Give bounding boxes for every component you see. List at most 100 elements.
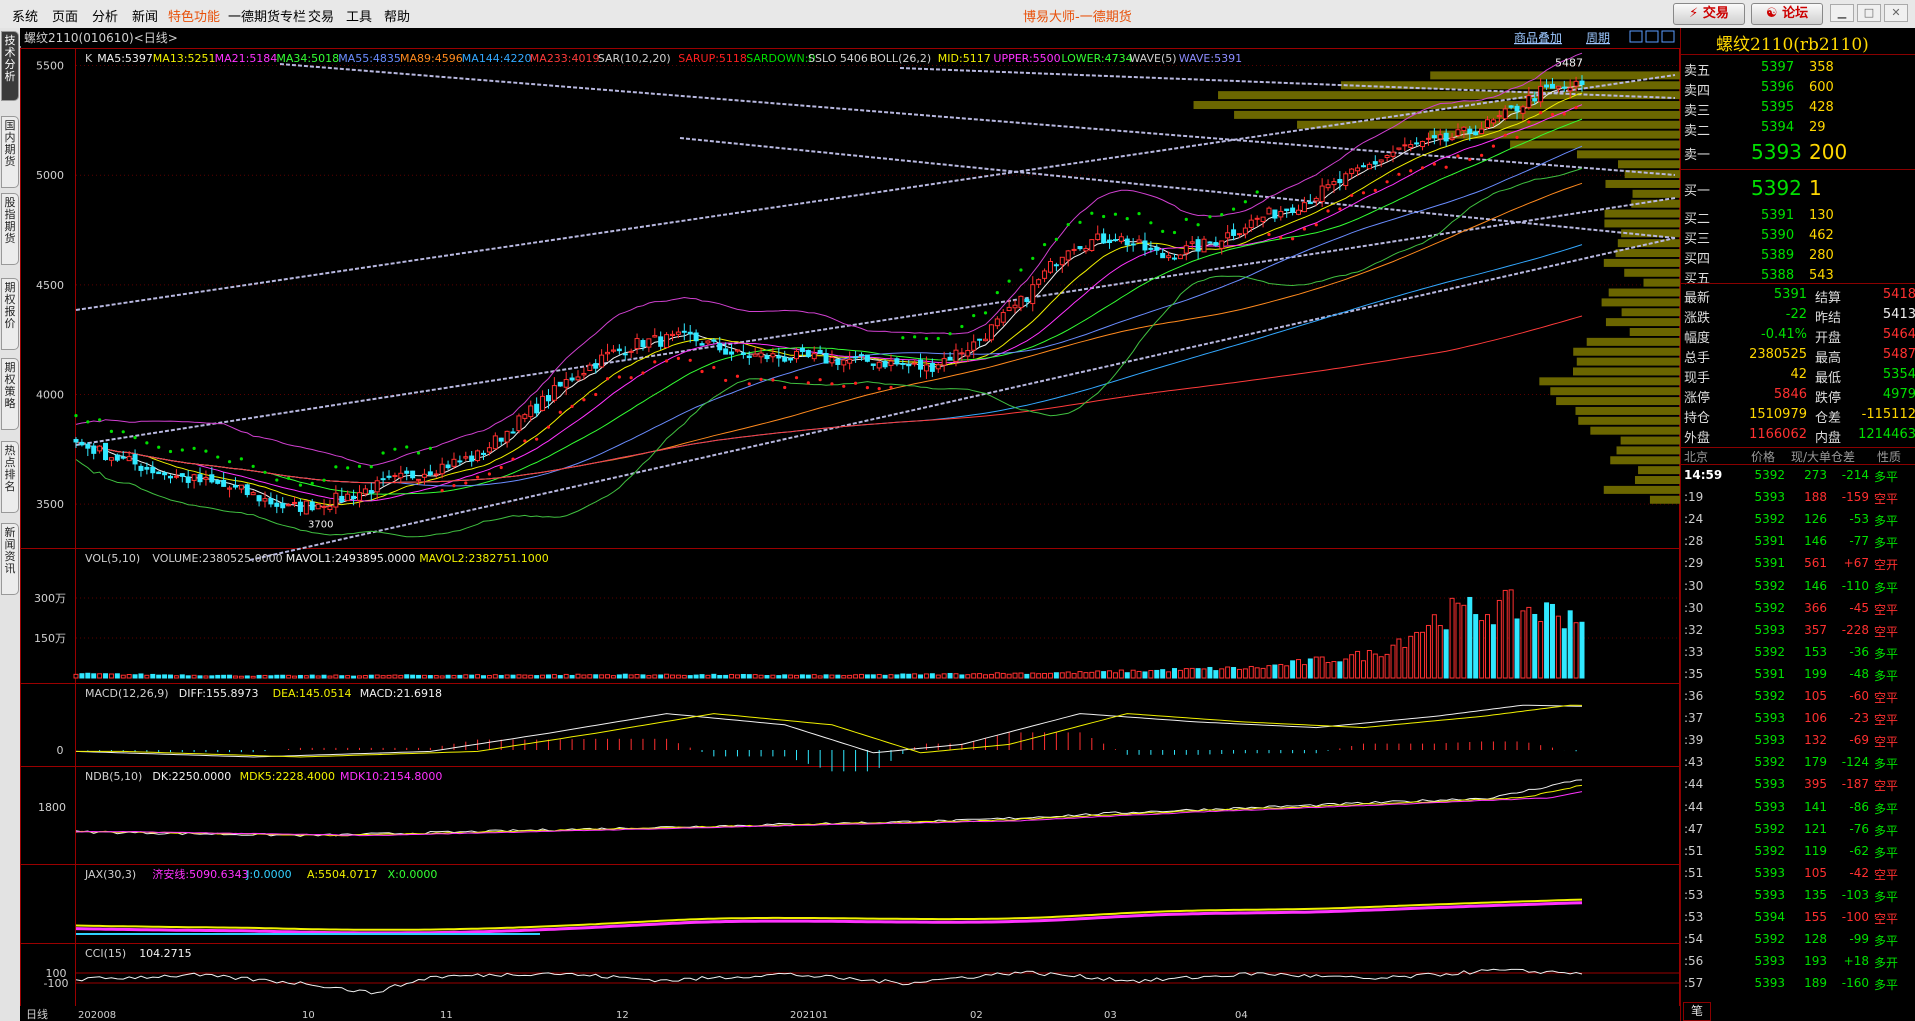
candle-body — [1118, 236, 1124, 242]
sar-dot — [1078, 220, 1082, 224]
menu-item-1[interactable]: 页面 — [52, 6, 78, 25]
left-tab-1[interactable]: 国内期货 — [1, 116, 19, 188]
candle-body — [1567, 87, 1573, 92]
volume-profile-bar — [1632, 189, 1680, 198]
macd-dea-line — [76, 704, 1583, 758]
candle-body — [510, 431, 516, 434]
bottom-tab[interactable]: 笔 — [1683, 1002, 1711, 1021]
volume-bar — [1455, 602, 1461, 679]
forum-button[interactable]: ☯ 论坛 — [1751, 3, 1823, 25]
tick-time: :19 — [1684, 490, 1704, 505]
left-tab-2[interactable]: 股指期货 — [1, 193, 19, 265]
bid-price[interactable]: 5389 — [1761, 248, 1794, 263]
volume-bar — [912, 673, 918, 679]
candle-body — [73, 438, 79, 443]
maximize-icon[interactable]: □ — [1857, 4, 1881, 22]
menu-item-2[interactable]: 分析 — [92, 6, 118, 25]
candle-body — [1177, 254, 1183, 260]
quote-value: -22 — [1785, 307, 1807, 322]
volume-bar — [167, 674, 173, 679]
bid-price[interactable]: 5388 — [1761, 268, 1794, 283]
tick-volume: 561 — [1804, 556, 1827, 571]
sar-dot — [1066, 222, 1070, 227]
menu-item-0[interactable]: 系统 — [12, 6, 38, 25]
bid-volume: 462 — [1809, 228, 1834, 243]
left-tab-3[interactable]: 期权报价 — [1, 278, 19, 350]
candle-body — [1343, 173, 1349, 187]
volume-bar — [339, 675, 345, 679]
candle-body — [841, 359, 847, 366]
left-tab-4[interactable]: 期权策略 — [1, 358, 19, 430]
volume-bar — [445, 674, 451, 679]
left-tab-5[interactable]: 热点排名 — [1, 441, 19, 513]
tick-time: :57 — [1684, 976, 1704, 991]
volume-bar — [309, 674, 315, 679]
sar-dot — [747, 382, 751, 386]
volume-bar — [1313, 656, 1319, 679]
volume-profile-bar — [1556, 397, 1680, 406]
candle-body — [528, 405, 534, 418]
volume-bar — [1544, 602, 1550, 679]
volume-profile-bar — [1430, 71, 1680, 80]
bid-price[interactable]: 5391 — [1761, 208, 1794, 223]
jax-a-line — [75, 898, 1583, 931]
bid-label: 买四 — [1684, 252, 1711, 267]
candle-body — [380, 478, 386, 481]
ask-price[interactable]: 5397 — [1761, 60, 1794, 75]
candle-body — [1166, 255, 1172, 259]
bid-price[interactable]: 5392 — [1751, 176, 1802, 200]
sar-dot — [889, 385, 893, 390]
quote-value: 5418 — [1882, 287, 1915, 302]
ask-price[interactable]: 5393 — [1751, 140, 1802, 164]
volume-bar — [91, 673, 97, 679]
close-icon[interactable]: ✕ — [1884, 4, 1908, 22]
bid-price[interactable]: 5390 — [1761, 228, 1794, 243]
menu-item-6[interactable]: 交易 — [308, 6, 334, 25]
tick-nature: 空平 — [1874, 602, 1899, 617]
header-link-1[interactable]: 周期 — [1586, 31, 1610, 45]
volume-bar — [427, 675, 433, 679]
tick-volume: 155 — [1804, 910, 1827, 924]
quote-value: 5413 — [1882, 307, 1915, 322]
menu-item-7[interactable]: 工具 — [346, 6, 372, 25]
tick-nature: 多平 — [1874, 536, 1899, 551]
left-tab-0[interactable]: 技术分析 — [1, 31, 19, 101]
candle-body — [988, 324, 994, 341]
main-legend-item: MA5:5397 — [97, 52, 153, 65]
tick-oi-change: -53 — [1849, 512, 1869, 527]
menu-item-4[interactable]: 特色功能 — [168, 6, 220, 25]
ask-price[interactable]: 5394 — [1761, 120, 1794, 135]
volume-bar — [1154, 669, 1160, 679]
candle-body — [1532, 98, 1538, 102]
sar-dot — [1113, 212, 1118, 216]
ma-line-89 — [75, 182, 1583, 484]
tick-nature: 多开 — [1874, 956, 1899, 971]
ask-price[interactable]: 5396 — [1761, 80, 1794, 95]
minimize-icon[interactable]: ▁ — [1830, 4, 1854, 22]
tick-price: 5391 — [1754, 556, 1785, 571]
tick-nature: 多平 — [1874, 580, 1899, 595]
volume-bar — [1461, 604, 1467, 679]
candle-body — [587, 364, 593, 371]
menu-item-3[interactable]: 新闻 — [132, 6, 158, 25]
trade-button[interactable]: ⚡ 交易 — [1673, 3, 1745, 25]
sar-dot — [1527, 120, 1531, 124]
volume-profile-bar — [1605, 179, 1680, 188]
tick-time: :44 — [1684, 799, 1704, 814]
menu-item-8[interactable]: 帮助 — [384, 6, 410, 25]
chart-area[interactable]: 螺纹2110(010610)<日线> 商品叠加 周期 5500 5000 4500 4000… — [20, 28, 1680, 1021]
sar-dot — [558, 410, 562, 414]
candle-body — [658, 336, 664, 347]
candle-body — [439, 463, 445, 475]
main-legend-item: BOLL(26,2) — [870, 52, 931, 65]
candle-body — [1449, 137, 1455, 141]
candle-body — [929, 362, 935, 372]
volume-bar — [1107, 670, 1113, 679]
ask-price[interactable]: 5395 — [1761, 100, 1794, 115]
candle-body — [303, 500, 309, 515]
menu-item-5[interactable]: 一德期货专栏 — [228, 6, 306, 25]
header-link-0[interactable]: 商品叠加 — [1514, 30, 1562, 45]
volume-profile-bar — [1578, 416, 1680, 425]
left-tab-6[interactable]: 新闻资讯 — [1, 523, 19, 595]
volume-bar — [628, 674, 634, 679]
